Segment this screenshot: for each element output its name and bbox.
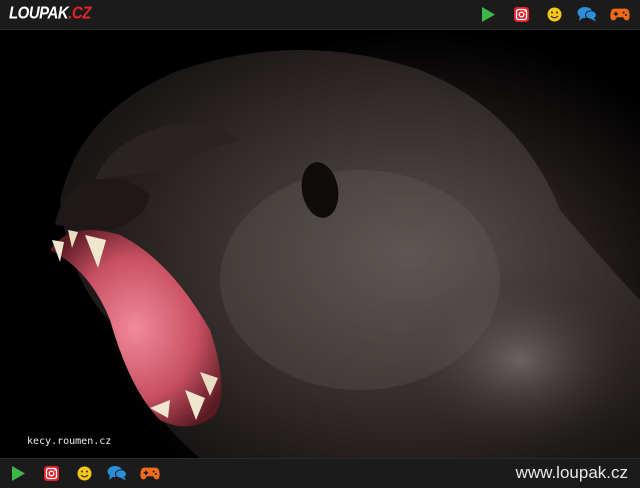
site-url-link[interactable]: www.loupak.cz [516, 463, 628, 483]
logo-text: LOUPAK [9, 3, 69, 24]
photo-watermark: kecy.roumen.cz [27, 436, 112, 447]
gamepad-icon[interactable] [140, 464, 160, 482]
gorilla-photo: kecy.roumen.cz [0, 30, 640, 458]
bottom-bar: www.loupak.cz [0, 458, 640, 488]
play-icon[interactable] [8, 464, 28, 482]
gamepad-icon[interactable] [610, 5, 630, 23]
bottom-icon-row [8, 464, 160, 482]
smiley-icon[interactable] [544, 5, 564, 23]
top-icon-row [478, 5, 630, 23]
smiley-icon[interactable] [74, 464, 94, 482]
site-logo[interactable]: LOUPAK.CZ [9, 4, 91, 24]
instagram-icon[interactable] [41, 464, 61, 482]
gorilla-illustration [50, 50, 640, 458]
top-bar: LOUPAK.CZ [0, 0, 640, 30]
play-icon[interactable] [478, 5, 498, 23]
instagram-icon[interactable] [511, 5, 531, 23]
chat-icon[interactable] [577, 5, 597, 23]
logo-tld: CZ [71, 3, 92, 24]
chat-icon[interactable] [107, 464, 127, 482]
